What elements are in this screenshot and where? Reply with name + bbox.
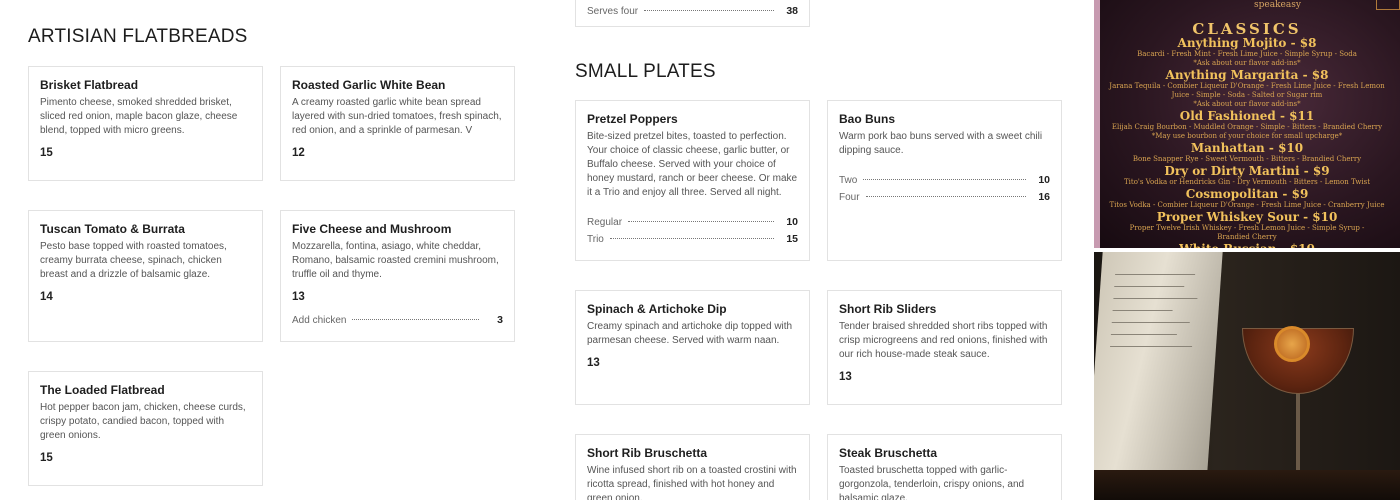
cocktail-menu-photo[interactable]: speakeasy CLASSICS Anything Mojito - $8 B… [1094,0,1400,248]
option-price: 38 [786,5,798,17]
menu-card-tuscan-tomato-burrata[interactable]: Tuscan Tomato & Burrata Pesto base toppe… [28,210,263,342]
option-price: 10 [786,216,798,228]
card-title: Brisket Flatbread [40,78,139,92]
orange-garnish [1274,326,1310,362]
menu-drink-name: Anything Mojito - $8 [1177,36,1317,50]
option-label: Regular [587,217,623,228]
card-description: Bite-sized pretzel bites, toasted to per… [587,131,798,198]
card-description: A creamy roasted garlic white bean sprea… [292,97,502,136]
section-title-flatbreads: ARTISIAN FLATBREADS [28,26,248,47]
dot-leader [865,196,1026,197]
menu-drink-name: White Russian - $10 [1094,242,1400,248]
section-title-small-plates: SMALL PLATES [575,61,716,82]
card-title: Five Cheese and Mushroom [292,222,452,236]
option-label: Serves four [587,6,639,17]
card-description: Pesto base topped with roasted tomatoes,… [40,241,227,280]
option-label: Two [839,175,858,186]
menu-drink-detail: Elijah Craig Bourbon - Muddled Orange - … [1111,123,1383,131]
menu-drink-detail: Tito's Vodka or Hendricks Gin - Dry Verm… [1123,178,1371,186]
card-description: Pimento cheese, smoked shredded brisket,… [40,97,238,136]
card-title: Short Rib Sliders [839,302,937,316]
menu-card-short-rib-bruschetta[interactable]: Short Rib Bruschetta Wine infused short … [575,434,810,500]
menu-drink-detail: Bone Snapper Rye - Sweet Vermouth - Bitt… [1132,155,1362,163]
option-row: Four 16 [839,191,1050,204]
menu-card-partial[interactable]: Serves four 38 [575,0,810,27]
menu-drink-detail: Proper Twelve Irish Whiskey - Fresh Lemo… [1129,224,1365,232]
menu-drink-name: Old Fashioned - $11 [1179,109,1315,123]
card-description: Tender braised shredded short ribs toppe… [839,321,1048,360]
card-description: Toasted bruschetta topped with garlic-go… [839,465,1025,500]
card-title: Roasted Garlic White Bean [292,78,446,92]
option-label: Four [839,192,860,203]
card-title: Pretzel Poppers [587,112,678,126]
menu-drink-detail: Juice - Simple - Soda - Salted or Sugar … [1171,91,1323,99]
menu-booklet [1094,252,1223,500]
option-list: Two 10 Four 16 [839,174,1050,204]
menu-drink-detail: Titos Vodka - Combier Liqueur D'Orange -… [1109,201,1385,209]
menu-card-short-rib-sliders[interactable]: Short Rib Sliders Tender braised shredde… [827,290,1062,405]
menu-drink-detail: Jarana Tequila - Combier Liqueur D'Orang… [1109,82,1385,90]
card-description: Hot pepper bacon jam, chicken, cheese cu… [40,402,246,441]
menu-drink-detail: Brandied Cherry [1217,233,1277,241]
glass-stem [1296,392,1300,482]
menu-card-steak-bruschetta[interactable]: Steak Bruschetta Toasted bruschetta topp… [827,434,1062,500]
menu-drink-detail: *Ask about our flavor add-ins* [1193,59,1301,67]
menu-drink-detail: *May use bourbon of your choice for smal… [1151,132,1343,140]
option-row: Trio 15 [587,233,798,246]
card-description: Wine infused short rib on a toasted cros… [587,465,797,500]
option-price: 15 [786,233,798,245]
menu-drink-name: Proper Whiskey Sour - $10 [1156,210,1338,224]
menu-card-five-cheese-mushroom[interactable]: Five Cheese and Mushroom Mozzarella, fon… [280,210,515,342]
cocktail-drink-photo[interactable] [1094,252,1400,500]
card-description: Creamy spinach and artichoke dip topped … [587,321,793,346]
card-price: 15 [40,452,53,464]
menu-drink-name: Anything Margarita - $8 [1165,68,1329,82]
card-description: Mozzarella, fontina, asiago, white chedd… [292,241,499,280]
menu-card-pretzel-poppers[interactable]: Pretzel Poppers Bite-sized pretzel bites… [575,100,810,261]
card-description: Warm pork bao buns served with a sweet c… [839,131,1043,156]
addon-label: Add chicken [292,315,347,326]
logo-frame [1376,0,1400,10]
card-price: 13 [587,357,600,369]
menu-drink-name: Manhattan - $10 [1190,141,1304,155]
option-price: 10 [1038,174,1050,186]
menu-card-roasted-garlic-white-bean[interactable]: Roasted Garlic White Bean A creamy roast… [280,66,515,181]
menu-drink-detail: Bacardi - Fresh Mint - Fresh Lime Juice … [1137,50,1357,58]
addon-price: 3 [497,314,503,326]
menu-card-brisket-flatbread[interactable]: Brisket Flatbread Pimento cheese, smoked… [28,66,263,181]
addon-row: Add chicken 3 [292,314,503,327]
card-price: 13 [292,291,305,303]
menu-card-bao-buns[interactable]: Bao Buns Warm pork bao buns served with … [827,100,1062,261]
option-price: 16 [1038,191,1050,203]
dot-leader [609,238,774,239]
card-price: 13 [839,371,852,383]
menu-card-loaded-flatbread[interactable]: The Loaded Flatbread Hot pepper bacon ja… [28,371,263,486]
option-list: Regular 10 Trio 15 [587,216,798,246]
dot-leader [628,221,774,222]
option-row: Regular 10 [587,216,798,229]
card-title: Tuscan Tomato & Burrata [40,222,185,236]
menu-drink-name: Dry or Dirty Martini - $9 [1164,164,1330,178]
option-row: Serves four 38 [587,5,798,18]
card-title: Bao Buns [839,112,896,126]
option-label: Trio [587,234,604,245]
card-title: Spinach & Artichoke Dip [587,302,727,316]
dot-leader [644,10,774,11]
menu-tag: speakeasy [1254,0,1301,10]
card-price: 14 [40,291,53,303]
dot-leader [863,179,1026,180]
card-price: 15 [40,147,53,159]
option-row: Two 10 [839,174,1050,187]
dot-leader [352,319,479,320]
menu-drink-name: Cosmopolitan - $9 [1185,187,1309,201]
card-title: Steak Bruschetta [839,446,938,460]
card-title: Short Rib Bruschetta [587,446,708,460]
menu-drink-detail: *Ask about our flavor add-ins* [1193,100,1301,108]
card-title: The Loaded Flatbread [40,383,165,397]
menu-card-spinach-artichoke-dip[interactable]: Spinach & Artichoke Dip Creamy spinach a… [575,290,810,405]
table-top [1094,470,1400,500]
card-price: 12 [292,147,305,159]
